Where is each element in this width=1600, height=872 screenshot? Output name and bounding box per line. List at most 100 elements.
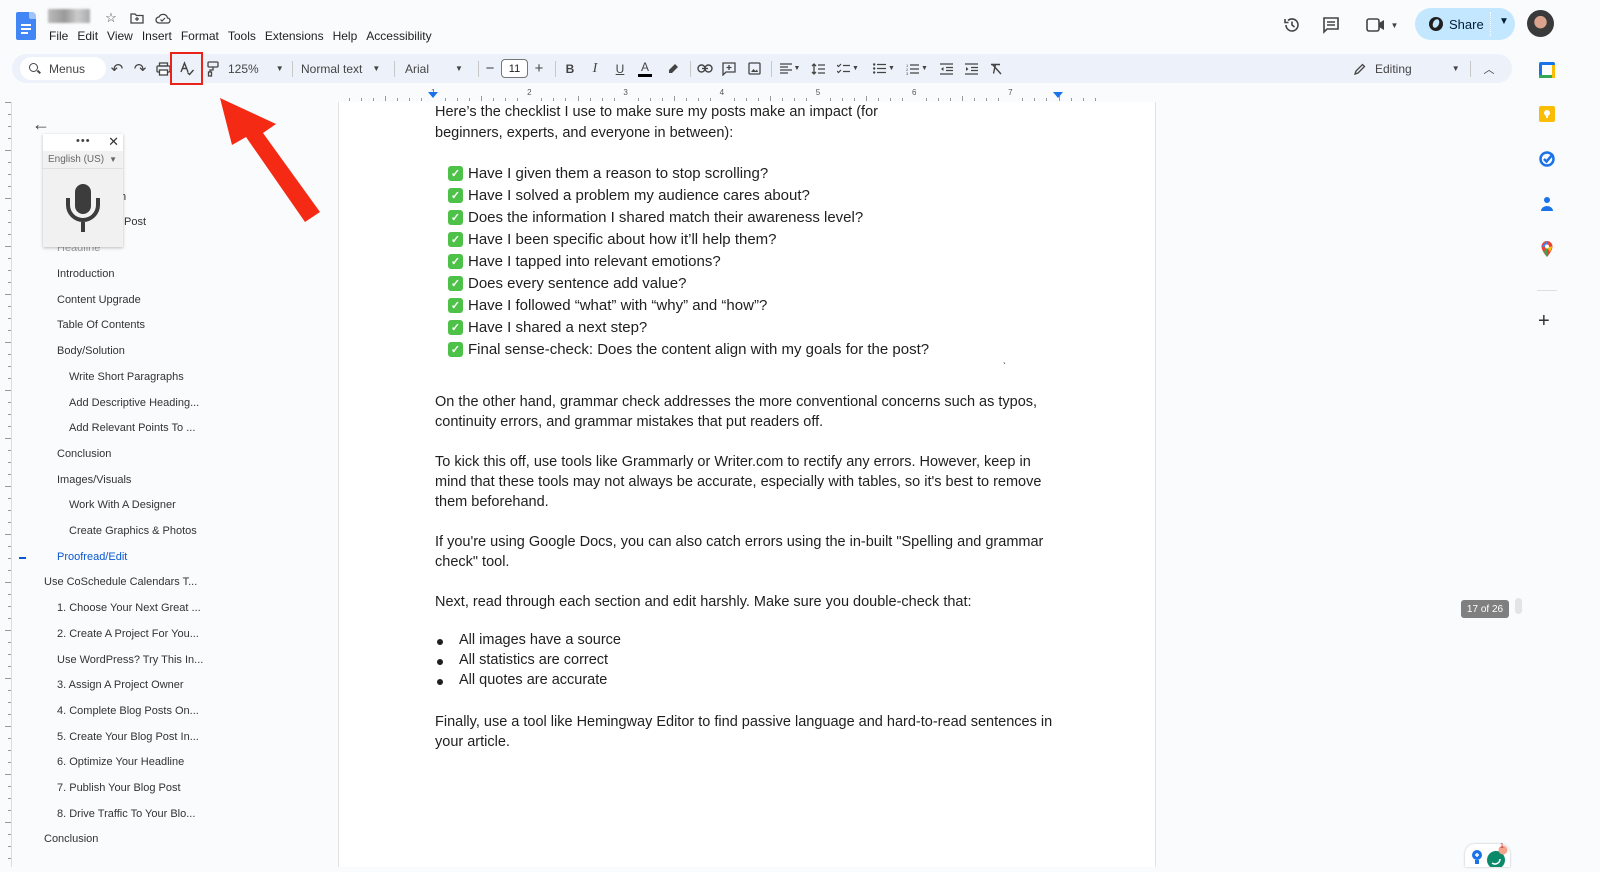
page-counter-badge: 17 of 26 [1461, 600, 1509, 618]
outline-item[interactable]: Proofread/Edit [57, 551, 127, 563]
outline-item[interactable]: 1. Choose Your Next Great ... [57, 602, 201, 614]
more-options-icon[interactable]: ••• [76, 135, 91, 147]
outline-item[interactable]: Table Of Contents [57, 319, 145, 331]
font-family-select[interactable]: Arial ▼ [405, 54, 470, 83]
outline-item[interactable]: Use WordPress? Try This In... [57, 654, 203, 666]
undo-icon[interactable]: ↶ [106, 54, 128, 83]
ruler-tick [649, 98, 651, 101]
ruler-tick [709, 98, 711, 101]
redo-icon[interactable]: ↷ [129, 54, 151, 83]
ruler-tick [854, 98, 856, 101]
underline-icon[interactable]: U [611, 54, 629, 83]
move-folder-icon[interactable] [129, 10, 145, 26]
align-left-icon[interactable]: ▼ [776, 54, 804, 83]
search-icon [29, 63, 40, 74]
editing-mode-select[interactable]: Editing ▼ [1354, 54, 1460, 83]
numbered-list-icon[interactable]: 1 2 3 ▼ [903, 54, 931, 83]
calendar-app-icon[interactable] [1538, 61, 1556, 79]
increase-indent-icon[interactable] [961, 54, 981, 83]
decrease-font-size-button[interactable]: − [482, 54, 498, 83]
checklist-item-text: Have I solved a problem my audience care… [468, 187, 810, 204]
hide-menus-chevron-up-icon[interactable]: ︿ [1478, 54, 1500, 83]
outline-item[interactable]: Write Short Paragraphs [69, 371, 184, 383]
search-menus-input[interactable]: Menus [20, 57, 106, 80]
insert-link-icon[interactable] [695, 54, 715, 83]
menu-format[interactable]: Format [181, 29, 226, 43]
bold-icon[interactable]: B [561, 54, 579, 83]
keep-app-icon[interactable] [1538, 105, 1556, 123]
outline-item[interactable]: Body/Solution [57, 345, 125, 357]
menu-extensions[interactable]: Extensions [265, 29, 331, 43]
outline-item[interactable]: 3. Assign A Project Owner [57, 679, 184, 691]
insert-image-icon[interactable] [744, 54, 764, 83]
star-icon[interactable]: ☆ [103, 10, 119, 26]
contacts-app-icon[interactable] [1538, 195, 1556, 213]
document-page[interactable]: Here’s the checklist I use to make sure … [338, 102, 1156, 867]
close-icon[interactable]: ✕ [108, 134, 119, 150]
outline-item[interactable]: Content Upgrade [57, 294, 141, 306]
outline-item[interactable]: Conclusion [44, 833, 98, 845]
increase-font-size-button[interactable]: + [531, 54, 547, 83]
voice-typing-header[interactable]: ••• ✕ [43, 134, 123, 151]
right-indent-marker[interactable] [1053, 92, 1063, 98]
close-outline-back-arrow-icon[interactable]: ← [32, 114, 50, 135]
bulleted-list-icon[interactable]: ▼ [870, 54, 898, 83]
voice-typing-widget: ••• ✕ English (US) ▼ [43, 134, 123, 247]
version-history-icon[interactable] [1281, 14, 1303, 36]
menu-insert[interactable]: Insert [142, 29, 179, 43]
maps-app-icon[interactable] [1538, 240, 1556, 258]
outline-item-partial[interactable]: Post [124, 216, 146, 228]
highlight-color-icon[interactable] [664, 54, 682, 83]
tasks-app-icon[interactable] [1538, 150, 1556, 168]
account-avatar[interactable] [1527, 10, 1554, 37]
menu-help[interactable]: Help [333, 29, 365, 43]
scrollbar-thumb[interactable] [1515, 598, 1522, 614]
left-indent-marker[interactable] [428, 92, 438, 98]
google-docs-logo[interactable] [16, 12, 36, 40]
ruler-tick [5, 678, 11, 679]
comments-icon[interactable] [1320, 14, 1342, 36]
language-select[interactable]: English (US) ▼ [43, 151, 123, 169]
paint-format-icon[interactable] [202, 54, 224, 83]
decrease-indent-icon[interactable] [936, 54, 956, 83]
menu-file[interactable]: File [49, 29, 75, 43]
microphone-icon[interactable] [65, 184, 101, 234]
meet-button[interactable]: ▼ [1362, 14, 1402, 36]
font-size-input[interactable]: 11 [501, 59, 528, 78]
line-spacing-icon[interactable] [808, 54, 828, 83]
cloud-saved-icon[interactable] [155, 10, 171, 26]
menu-edit[interactable]: Edit [77, 29, 105, 43]
outline-item[interactable]: Images/Visuals [57, 474, 131, 486]
menu-tools[interactable]: Tools [228, 29, 263, 43]
outline-item[interactable]: 6. Optimize Your Headline [57, 756, 184, 768]
add-comment-icon[interactable] [719, 54, 739, 83]
document-title-blurred[interactable] [48, 9, 90, 23]
outline-item[interactable]: 2. Create A Project For You... [57, 628, 199, 640]
italic-icon[interactable]: I [586, 54, 604, 83]
outline-item[interactable]: Add Descriptive Heading... [69, 397, 199, 409]
outline-item[interactable]: 5. Create Your Blog Post In... [57, 731, 199, 743]
text-color-icon[interactable]: A [636, 54, 654, 83]
ruler-tick [8, 570, 11, 571]
outline-item[interactable]: Create Graphics & Photos [69, 525, 197, 537]
paragraph-style-select[interactable]: Normal text ▼ [301, 54, 386, 83]
outline-item[interactable]: 7. Publish Your Blog Post [57, 782, 181, 794]
outline-item[interactable]: 4. Complete Blog Posts On... [57, 705, 199, 717]
outline-item[interactable]: Introduction [57, 268, 114, 280]
outline-item[interactable]: Work With A Designer [69, 499, 176, 511]
outline-item[interactable]: Use CoSchedule Calendars T... [44, 576, 197, 588]
share-button[interactable]: Share ▼ [1415, 8, 1515, 40]
menu-accessibility[interactable]: Accessibility [366, 29, 438, 43]
outline-item[interactable]: 8. Drive Traffic To Your Blo... [57, 808, 195, 820]
zoom-select[interactable]: 125% ▼ [228, 54, 288, 83]
horizontal-ruler[interactable]: 1234567 [337, 88, 1157, 102]
assistant-widget[interactable]: 1 [1465, 843, 1510, 869]
menu-view[interactable]: View [107, 29, 140, 43]
checklist-item: ✓ Have I followed “what” with “why” and “… [448, 297, 767, 314]
get-add-ons-plus-icon[interactable]: + [1538, 310, 1550, 333]
clear-formatting-icon[interactable] [986, 54, 1006, 83]
share-options-chevron-icon[interactable]: ▼ [1499, 16, 1509, 27]
outline-item[interactable]: Conclusion [57, 448, 111, 460]
checklist-icon[interactable]: ▼ [834, 54, 862, 83]
outline-item[interactable]: Add Relevant Points To ... [69, 422, 195, 434]
